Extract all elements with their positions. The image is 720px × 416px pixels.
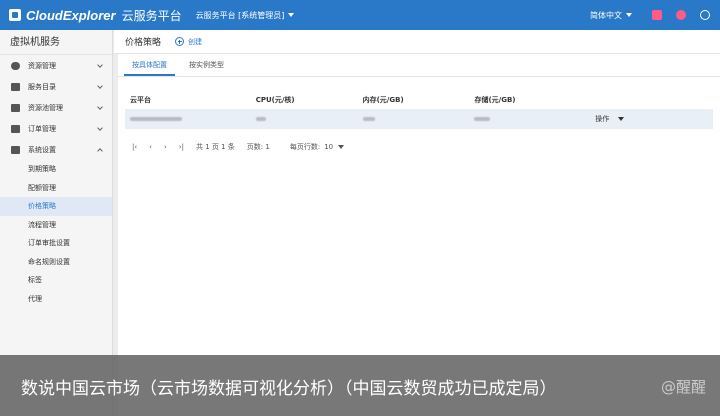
sidebar-item-label: 服务目录 (28, 82, 56, 91)
table-header: 云平台 CPU(元/核) 内存(元/GB) 存储(元/GB) (125, 91, 713, 109)
chevron-down-icon (288, 13, 295, 17)
user-icon[interactable] (676, 10, 686, 20)
tab-by-instance-type[interactable]: 按实例类型 (181, 54, 232, 76)
sidebar-subitem-quota[interactable]: 配额管理 (0, 179, 112, 198)
per-page-select[interactable]: 10 (324, 143, 345, 151)
tenant-label: 云服务平台 [系统管理员] (195, 10, 285, 20)
sidebar-subitem-workflow[interactable]: 流程管理 (0, 216, 112, 235)
grid-icon (11, 82, 20, 91)
chevron-down-icon (97, 125, 103, 131)
sidebar-subitem-pricing[interactable]: 价格策略 (0, 197, 112, 216)
pagination-total: 共 1 页 1 条 (195, 143, 235, 151)
message-icon[interactable] (652, 10, 662, 20)
logo-text: CloudExplorer (26, 7, 116, 23)
per-page-label: 每页行数: (289, 143, 321, 151)
sidebar-subitem-tags[interactable]: 标签 (0, 271, 112, 290)
top-bar: CloudExplorer 云服务平台 云服务平台 [系统管理员] 简体中文 (0, 0, 720, 30)
caption-text: 数说中国云市场（云市场数据可视化分析）（中国云数贸成功已成定局） (21, 379, 557, 399)
logo-icon (9, 9, 21, 21)
column-header-platform: 云平台 (130, 96, 151, 104)
sidebar-item-label: 订单管理 (28, 124, 56, 133)
prev-page-icon[interactable]: ‹ (149, 143, 152, 151)
chevron-down-icon (618, 117, 625, 121)
sidebar-title: 虚拟机服务 (0, 30, 112, 55)
next-page-icon[interactable]: › (164, 143, 167, 151)
plus-circle-icon (175, 37, 185, 46)
sidebar-subitem-proxy[interactable]: 代理 (0, 290, 112, 309)
pagination: |‹ ‹ › ›| 共 1 页 1 条 页数: 1 每页行数: 10 (132, 142, 720, 152)
sidebar-item-label: 资源池管理 (28, 103, 63, 112)
cell-platform-blurred (125, 115, 256, 123)
create-button[interactable]: 创建 (175, 37, 202, 47)
first-page-icon[interactable]: |‹ (132, 143, 137, 151)
sidebar-subitem-order-approval[interactable]: 订单审批设置 (0, 234, 112, 253)
chevron-down-icon (338, 145, 345, 149)
language-label: 简体中文 (590, 10, 622, 20)
tab-bar: 按具体配置 按实例类型 (118, 54, 720, 77)
page-header: 价格策略 创建 (114, 30, 720, 54)
column-header-memory: 内存(元/GB) (362, 96, 404, 104)
sidebar-item-resources[interactable]: 资源管理 (0, 55, 112, 76)
sidebar-item-label: 资源管理 (28, 61, 56, 70)
cell-memory-blurred (362, 115, 475, 123)
tab-by-config[interactable]: 按具体配置 (124, 54, 175, 76)
table-row[interactable]: 操作 (125, 109, 713, 129)
chevron-down-icon (97, 62, 103, 68)
power-icon[interactable] (700, 10, 710, 20)
chevron-down-icon (626, 13, 632, 17)
wrench-icon (11, 145, 20, 154)
chevron-down-icon (97, 104, 103, 110)
column-header-cpu: CPU(元/核) (255, 96, 295, 104)
column-header-storage: 存储(元/GB) (474, 96, 516, 104)
create-label: 创建 (188, 37, 203, 46)
watermark: @醒醒 (660, 378, 706, 396)
sidebar-item-label: 系统设置 (28, 145, 56, 154)
sidebar-subitem-expiry-policy[interactable]: 到期策略 (0, 160, 112, 179)
chevron-up-icon (97, 148, 103, 154)
sidebar-item-resource-pools[interactable]: 资源池管理 (0, 97, 112, 118)
pricing-table: 云平台 CPU(元/核) 内存(元/GB) 存储(元/GB) 操作 (125, 91, 713, 129)
chevron-down-icon (97, 83, 103, 89)
sidebar-item-settings[interactable]: 系统设置 (0, 139, 112, 160)
last-page-icon[interactable]: ›| (179, 143, 184, 151)
cell-storage-blurred (474, 115, 595, 123)
logo[interactable]: CloudExplorer 云服务平台 (9, 7, 182, 24)
row-actions-dropdown[interactable]: 操作 (595, 114, 713, 124)
cell-cpu-blurred (255, 115, 363, 123)
pagination-page: 页数: 1 (246, 143, 270, 151)
tenant-switcher[interactable]: 云服务平台 [系统管理员] (196, 10, 295, 21)
product-name: 云服务平台 (121, 8, 182, 23)
page-title: 价格策略 (125, 38, 162, 48)
sidebar-item-catalog[interactable]: 服务目录 (0, 76, 112, 97)
sidebar-subitem-naming-rules[interactable]: 命名规则设置 (0, 253, 112, 272)
list-icon (11, 124, 20, 133)
row-actions-label: 操作 (595, 115, 610, 123)
cloud-icon (11, 61, 20, 70)
sidebar-item-orders[interactable]: 订单管理 (0, 118, 112, 139)
language-selector[interactable]: 简体中文 (590, 10, 632, 21)
server-icon (11, 103, 20, 112)
per-page-value: 10 (324, 143, 334, 151)
